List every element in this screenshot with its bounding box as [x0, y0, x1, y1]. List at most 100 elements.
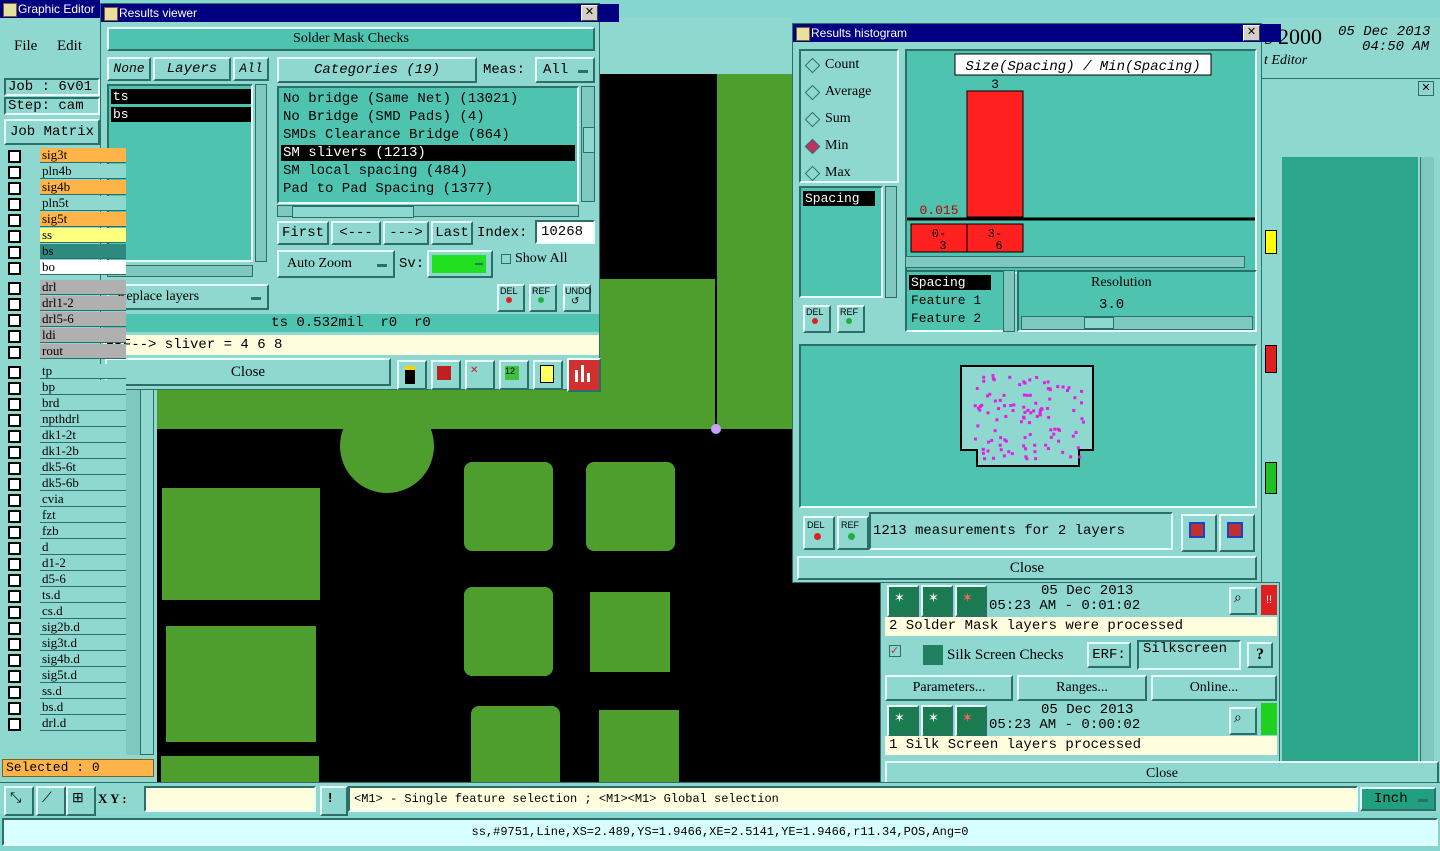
- layer-name[interactable]: pln4b: [40, 164, 126, 179]
- layer-name[interactable]: ss.d: [40, 684, 126, 699]
- feature-list-scroll[interactable]: [1003, 270, 1015, 332]
- online-button[interactable]: Online...: [1151, 675, 1277, 701]
- layer-checkbox[interactable]: [8, 150, 21, 163]
- layer-checkbox[interactable]: [8, 330, 21, 343]
- layer-name[interactable]: cvia: [40, 492, 126, 507]
- show-all-checkbox[interactable]: [501, 254, 511, 264]
- ref-icon[interactable]: REF: [529, 284, 557, 312]
- layer-name[interactable]: sig3t.d: [40, 636, 126, 651]
- layer-checkbox[interactable]: [8, 670, 21, 683]
- layer-checkbox[interactable]: [8, 574, 21, 587]
- layer-checkbox[interactable]: [8, 214, 21, 227]
- layer-checkbox[interactable]: [8, 314, 21, 327]
- layer-checkbox[interactable]: [8, 526, 21, 539]
- zoom-icon[interactable]: ⌕: [1229, 587, 1257, 615]
- select-icon[interactable]: ⤡: [4, 786, 34, 816]
- xy-input[interactable]: [144, 786, 316, 812]
- layer-row[interactable]: ts.d: [4, 588, 126, 603]
- layer-row[interactable]: sig3t: [4, 148, 126, 163]
- layer-checkbox[interactable]: [8, 298, 21, 311]
- last-button[interactable]: Last: [431, 221, 473, 245]
- layer-name[interactable]: ss: [40, 228, 126, 243]
- all-layers-button[interactable]: All: [233, 57, 269, 81]
- layer-name[interactable]: d: [40, 540, 126, 555]
- sv-color-dropdown[interactable]: [427, 250, 493, 278]
- close-icon[interactable]: ✕: [1243, 25, 1260, 41]
- layer-row[interactable]: tp: [4, 364, 126, 379]
- alert-icon[interactable]: !: [320, 786, 348, 816]
- category-item[interactable]: Pad to Pad Spacing (1377): [281, 181, 575, 197]
- layer-checkbox[interactable]: [8, 622, 21, 635]
- meas-dropdown[interactable]: All: [535, 57, 595, 83]
- layer-name[interactable]: drl: [40, 280, 126, 295]
- layer-checkbox[interactable]: [8, 230, 21, 243]
- category-item[interactable]: SM slivers (1213): [281, 145, 575, 161]
- layer-row[interactable]: dk5-6b: [4, 476, 126, 491]
- layer-name[interactable]: drl.d: [40, 716, 126, 731]
- right-scrollbar[interactable]: [1420, 157, 1434, 789]
- layer-name[interactable]: dk1-2t: [40, 428, 126, 443]
- layer-checkbox[interactable]: [8, 686, 21, 699]
- undo-icon[interactable]: UNDO ↺: [563, 284, 592, 312]
- units-dropdown[interactable]: Inch: [1360, 787, 1436, 811]
- export-icon[interactable]: [1181, 514, 1217, 552]
- silk-check-checkbox[interactable]: ✓: [889, 645, 901, 657]
- layer-row[interactable]: sig2b.d: [4, 620, 126, 635]
- layer-name[interactable]: fzb: [40, 524, 126, 539]
- layer-checkbox[interactable]: [8, 542, 21, 555]
- feature-item[interactable]: Feature 1: [909, 293, 981, 308]
- layer-name[interactable]: dk1-2b: [40, 444, 126, 459]
- ref-icon[interactable]: REF: [837, 516, 869, 550]
- layer-name[interactable]: d1-2: [40, 556, 126, 571]
- layer-row[interactable]: bp: [4, 380, 126, 395]
- layer-row[interactable]: dk1-2t: [4, 428, 126, 443]
- histogram-close-button[interactable]: Close: [797, 556, 1257, 580]
- layer-name[interactable]: sig4b.d: [40, 652, 126, 667]
- layer-name[interactable]: rout: [40, 344, 126, 359]
- layer-checkbox[interactable]: [8, 198, 21, 211]
- layer-name[interactable]: ldi: [40, 328, 126, 343]
- layer-checkbox[interactable]: [8, 494, 21, 507]
- layer-row[interactable]: d5-6: [4, 572, 126, 587]
- layer-row[interactable]: drl.d: [4, 716, 126, 731]
- layer-checkbox[interactable]: [8, 654, 21, 667]
- layer-row[interactable]: pln5t: [4, 196, 126, 211]
- zoom-icon[interactable]: ⌕: [1229, 707, 1257, 735]
- job-matrix-button[interactable]: Job Matrix: [4, 119, 100, 145]
- layer-row[interactable]: sig5t: [4, 212, 126, 227]
- layers-button[interactable]: Layers: [153, 57, 231, 81]
- help-button[interactable]: ?: [1247, 642, 1273, 668]
- layer-name[interactable]: sig5t: [40, 212, 126, 227]
- layer-checkbox[interactable]: [8, 446, 21, 459]
- slider-handle[interactable]: [1084, 317, 1114, 329]
- layer-item[interactable]: ts: [111, 89, 251, 104]
- layer-checkbox[interactable]: [8, 182, 21, 195]
- layer-row[interactable]: cs.d: [4, 604, 126, 619]
- layer-row[interactable]: sig4b: [4, 180, 126, 195]
- layer-checkbox[interactable]: [8, 430, 21, 443]
- layer-checkbox[interactable]: [8, 382, 21, 395]
- layer-row[interactable]: drl: [4, 280, 126, 295]
- layer-name[interactable]: drl5-6: [40, 312, 126, 327]
- layer-name[interactable]: fzt: [40, 508, 126, 523]
- histogram-hscroll[interactable]: [905, 256, 1245, 268]
- menu-file[interactable]: File: [14, 38, 37, 55]
- layer-name[interactable]: ts.d: [40, 588, 126, 603]
- layer-name[interactable]: dk5-6b: [40, 476, 126, 491]
- results-close-button[interactable]: Close: [105, 358, 391, 386]
- category-item[interactable]: SM local spacing (484): [281, 163, 575, 179]
- categories-button[interactable]: Categories (19): [277, 57, 477, 83]
- layer-row[interactable]: drl5-6: [4, 312, 126, 327]
- layer-checkbox[interactable]: [8, 702, 21, 715]
- layer-checkbox[interactable]: [8, 638, 21, 651]
- menu-edit[interactable]: Edit: [57, 38, 82, 55]
- layer-row[interactable]: cvia: [4, 492, 126, 507]
- category-item[interactable]: No bridge (Same Net) (13021): [281, 91, 575, 107]
- layer-row[interactable]: pln4b: [4, 164, 126, 179]
- layer-checkbox[interactable]: [8, 414, 21, 427]
- layer-list-hscroll[interactable]: [107, 265, 253, 277]
- layer-name[interactable]: sig3t: [40, 148, 126, 163]
- layer-row[interactable]: d1-2: [4, 556, 126, 571]
- run-all-icon[interactable]: ✶: [921, 585, 953, 617]
- resolution-slider[interactable]: [1021, 316, 1253, 330]
